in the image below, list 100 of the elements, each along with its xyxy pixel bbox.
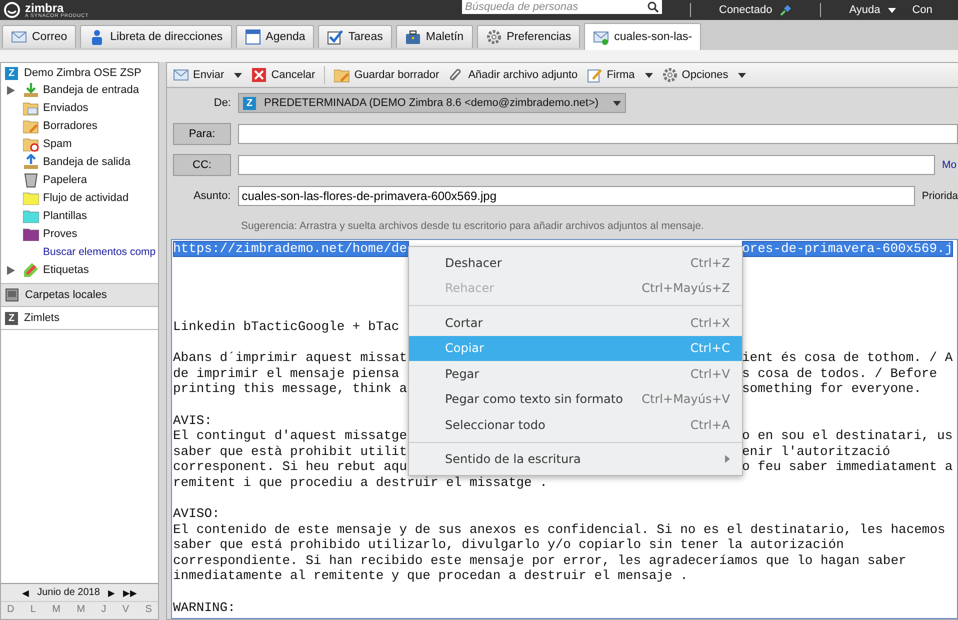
body-text: de imprimir el mensaje piensa (173, 366, 400, 382)
folder-item[interactable]: Spam (41, 138, 72, 150)
checkbox-icon (327, 29, 344, 45)
gear-icon (662, 67, 678, 83)
plug-icon (780, 4, 792, 16)
menu-item[interactable]: Cortar Ctrl+X (409, 310, 742, 336)
app-tab[interactable]: Agenda (236, 25, 314, 48)
from-dropdown[interactable]: Z PREDETERMINADA (DEMO Zimbra 8.6 <demo@zimbrademo.net>) (238, 93, 626, 113)
app-tab[interactable]: Correo (2, 25, 76, 48)
toolbar-button[interactable]: Añadir archivo adjunto (448, 67, 578, 83)
menu-item[interactable]: Seleccionar todo Ctrl+A (409, 412, 742, 438)
folder-pencil-icon (334, 67, 350, 83)
body-text: ient és cosa de tothom. / A (742, 350, 953, 366)
previous-month-button[interactable]: ◀ (22, 588, 30, 598)
app-tab[interactable]: cuales-son-las- (584, 23, 702, 50)
submenu-arrow-icon (725, 455, 730, 464)
folder-item[interactable]: Plantillas (41, 210, 88, 222)
toolbar-button[interactable]: Guardar borrador (334, 67, 440, 83)
weekday-label: M (76, 604, 86, 615)
priority-label: Priorida (922, 190, 958, 202)
menu-item[interactable]: Sentido de la escritura (409, 446, 742, 472)
hint-text: Sugerencia: Arrastra y suelta archivos desde tu escritorio para añadir archivos adjuntos al mensaje. (240, 219, 705, 234)
pencil-icon (586, 67, 603, 83)
toolbar-button[interactable]: Opciones (662, 67, 746, 83)
calendar-icon (244, 29, 261, 45)
body-text: AVIS: (173, 412, 212, 428)
connection-status: Conectado (719, 4, 772, 16)
weekday-label: D (7, 604, 14, 615)
account-menu[interactable]: Con (912, 4, 932, 16)
weekday-label: S (145, 604, 152, 615)
menu-item[interactable]: Pegar como texto sin formato Ctrl+Mayús+V (409, 386, 742, 412)
folder-item[interactable]: Proves (41, 228, 78, 240)
envelope-plus-icon (593, 29, 610, 45)
section-header[interactable]: Z Zimlets (1, 306, 158, 329)
caret-icon (612, 100, 621, 106)
outbox-icon (23, 154, 39, 170)
envelope-icon (11, 29, 27, 45)
folder-item[interactable]: Enviados (41, 102, 88, 114)
body-text: AVISO: (173, 506, 220, 522)
body-text: s cosa de todos. / Before (742, 366, 938, 382)
body-text: Linkedin bTacticGoogle + bTac (173, 318, 400, 335)
to-button[interactable]: Para: (173, 122, 231, 144)
menu-item[interactable]: Deshacer Ctrl+Z (409, 250, 742, 276)
body-text: Abans d´imprimir aquest missat (173, 350, 408, 366)
expand-arrow[interactable] (7, 266, 15, 274)
logo-text: zimbra (25, 2, 64, 14)
folder-item[interactable]: Papelera (41, 174, 88, 186)
cc-button[interactable]: CC: (173, 154, 231, 176)
body-text: inmediatamente al remitente y que procedan a destruir el mensaje . (173, 568, 688, 584)
weekday-label: V (122, 604, 130, 615)
section-header[interactable]: Carpetas locales (1, 283, 158, 306)
body-text: saber que està prohibit utilit (173, 444, 408, 460)
to-field[interactable] (238, 124, 958, 144)
body-text: o en sou el destinatari, us (742, 428, 953, 444)
folder-item[interactable]: Bandeja de entrada (41, 84, 140, 96)
toolbar-button[interactable]: Cancelar (251, 67, 316, 83)
body-text: https://zimbrademo.net/home/de (173, 241, 409, 257)
from-label: De: (212, 97, 231, 109)
search-link[interactable]: Buscar elementos comp (41, 246, 156, 258)
toolbar-button[interactable]: Firma (586, 67, 653, 83)
folder-item[interactable]: Borradores (41, 120, 98, 132)
toolbar-button[interactable]: Enviar (173, 67, 242, 83)
next-month-button[interactable]: ▶ (108, 588, 115, 598)
app-tab[interactable]: Tareas (318, 25, 392, 48)
account-name[interactable]: Demo Zimbra OSE ZSP (24, 67, 142, 79)
body-text: correspondiente. Si han recibido este mensaje por error, les agradeceríamos que lo hagan saber (173, 552, 906, 568)
next-year-button[interactable]: ▶▶ (122, 588, 137, 598)
message-editor[interactable] (171, 239, 958, 619)
body-text: El contenido de este mensaje y de sus anexos es confidencial. Si no es el destinatario, les hacemos (173, 522, 946, 538)
caret-icon (888, 8, 896, 12)
cancel-icon (251, 67, 268, 83)
body-text: enir l'autorització (742, 444, 890, 460)
search-field[interactable]: Búsqueda de personas (462, 0, 662, 14)
menu-item[interactable]: Pegar Ctrl+V (409, 361, 742, 386)
subject-label: Asunto: (192, 190, 231, 202)
calendar-month: Junio de 2018 (37, 587, 100, 598)
app-tab[interactable]: Libreta de direcciones (80, 25, 232, 48)
app-tab[interactable]: Preferencias (476, 25, 580, 48)
folder-item[interactable]: Flujo de actividad (41, 192, 129, 204)
body-text: remitent i que procediu a destruir el missatge . (173, 474, 548, 490)
weekday-label: J (101, 604, 106, 615)
briefcase-icon (404, 29, 421, 45)
help-menu[interactable]: Ayuda (849, 4, 880, 16)
body-text: El contingut d'aquest missatge (173, 428, 408, 444)
weekday-label: M (52, 604, 61, 615)
computer-icon (5, 288, 19, 302)
folder-item[interactable]: Bandeja de salida (41, 156, 130, 168)
body-text: WARNING: (173, 600, 236, 616)
gear-icon (486, 29, 502, 45)
body-text: printing this message, think a (173, 381, 408, 397)
subject-field[interactable]: cuales-son-las-flores-de-primavera-600x569.jpg (238, 186, 915, 206)
tag-icon (23, 262, 39, 278)
more-link[interactable]: Mo (942, 158, 958, 170)
body-text: ores-de-primavera-600x569.j (742, 241, 953, 257)
zimbra-icon: Z (5, 66, 18, 80)
folder-item[interactable]: Etiquetas (41, 264, 89, 276)
cc-field[interactable] (238, 154, 935, 174)
expand-arrow[interactable] (7, 86, 15, 94)
app-tab[interactable]: Maletín (396, 25, 473, 48)
trash-icon (23, 172, 39, 188)
